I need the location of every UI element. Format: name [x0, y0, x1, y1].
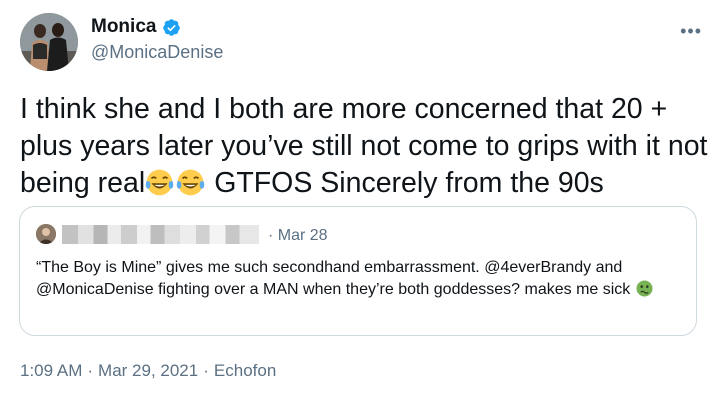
nauseated-face-emoji-icon	[636, 280, 653, 297]
tweet-text-line-2: plus years later you’ve still not come t…	[20, 130, 708, 162]
author-display-name[interactable]: Monica	[91, 16, 156, 38]
verified-badge-icon	[162, 18, 181, 37]
meta-separator: ·	[87, 361, 94, 380]
tweet-source-link[interactable]: Echofon	[214, 361, 276, 380]
meta-separator: ·	[203, 361, 209, 380]
tweet-card: Monica @MonicaDenise ••• I think she and…	[0, 0, 720, 401]
tweet-text-line-3-end: GTFOS Sincerely from the 90s	[214, 167, 604, 199]
quoted-tweet-date[interactable]: · Mar 28	[268, 227, 328, 245]
more-horizontal-icon: •••	[680, 21, 702, 41]
author-handle[interactable]: @MonicaDenise	[91, 42, 223, 63]
quoted-date-separator: ·	[268, 227, 274, 244]
tweet-time[interactable]: 1:09 AM	[20, 361, 82, 380]
quoted-tweet-text: “The Boy is Mine” gives me such secondha…	[36, 257, 684, 301]
quoted-date-value: Mar 28	[277, 227, 328, 244]
tweet-text-line-1: I think she and I both are more concerne…	[20, 93, 668, 125]
tears-of-joy-emoji-icon	[176, 168, 205, 197]
author-name-row[interactable]: Monica	[91, 16, 181, 38]
quoted-author-avatar	[36, 224, 56, 244]
tears-of-joy-emoji-icon	[145, 168, 174, 197]
quoted-tweet[interactable]: · Mar 28 “The Boy is Mine” gives me such…	[19, 206, 697, 336]
avatar-photo	[20, 13, 78, 71]
more-options-button[interactable]: •••	[680, 22, 702, 40]
quoted-author-redacted-name	[62, 225, 259, 244]
quoted-text-body: “The Boy is Mine” gives me such secondha…	[36, 259, 631, 298]
avatar[interactable]	[20, 13, 78, 71]
tweet-meta: 1:09 AM · Mar 29, 2021 · Echofon	[20, 361, 276, 381]
tweet-text: I think she and I both are more concerne…	[20, 91, 710, 202]
tweet-date[interactable]: Mar 29, 2021	[98, 361, 198, 380]
tweet-text-line-3-start: being real	[20, 167, 146, 199]
